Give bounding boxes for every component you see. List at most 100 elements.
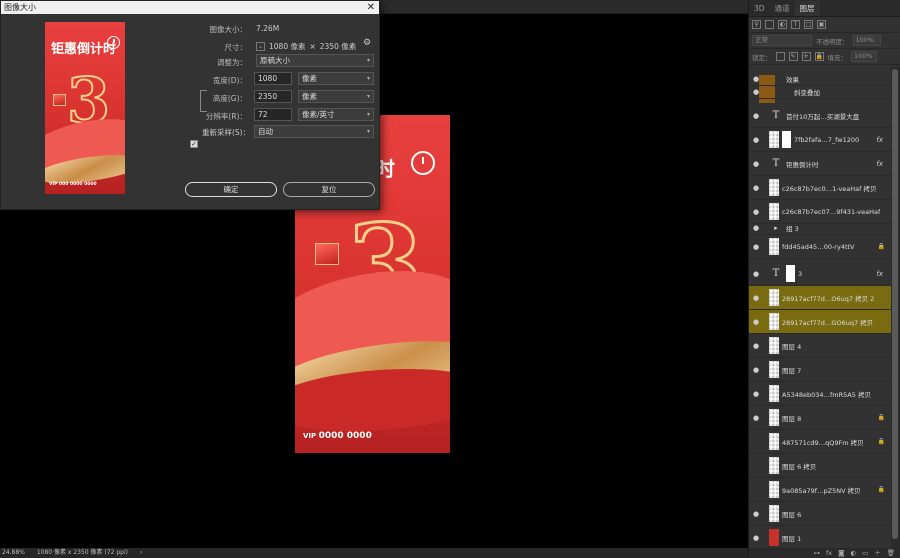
document-tab-strip	[380, 0, 748, 14]
link-layers-icon[interactable]: ⊶	[813, 548, 820, 558]
ok-button[interactable]: 确定	[185, 182, 277, 197]
layer-thumbnail	[769, 179, 779, 196]
blend-row: 正常 不透明度： 100%	[749, 33, 900, 49]
opacity-input[interactable]: 100%	[852, 35, 881, 46]
lock-icon: 🔒	[877, 486, 885, 493]
eye-icon[interactable]: ●	[749, 184, 763, 192]
layer-name: 钜惠倒计时	[786, 160, 819, 169]
eye-icon[interactable]: ●	[749, 88, 763, 96]
eye-icon[interactable]: ●	[749, 510, 763, 518]
layer-mask-thumbnail[interactable]	[786, 265, 795, 282]
gear-icon[interactable]: ⚙	[363, 38, 371, 48]
width-input[interactable]: 1080	[254, 72, 292, 85]
reset-button[interactable]: 复位	[283, 182, 375, 197]
eye-icon[interactable]: ●	[749, 414, 763, 422]
layer-row[interactable]: ● T 钜惠倒计时 fx	[749, 152, 891, 176]
layer-row[interactable]: 图层 6 拷贝	[749, 454, 891, 478]
tab-layers[interactable]: 图层	[794, 1, 820, 16]
layer-row[interactable]: ● 28917acf77d…O6uq7 拷贝 2	[749, 286, 891, 310]
resolution-unit-select[interactable]: 像素/英寸 ▾	[298, 108, 374, 121]
resample-checkbox[interactable]: ✓	[190, 140, 198, 148]
fx-icon[interactable]: fx	[826, 548, 832, 558]
eye-icon[interactable]: ●	[749, 136, 763, 144]
layer-row[interactable]: ● 图层 6	[749, 502, 891, 526]
layer-row[interactable]: 9a085a79f…pZ5NV 拷贝 🔒	[749, 478, 891, 502]
constrain-proportions-link-icon[interactable]	[200, 90, 207, 112]
eye-icon[interactable]: ●	[749, 294, 763, 302]
dialog-titlebar[interactable]: 图像大小 ✕	[1, 1, 379, 14]
layer-row[interactable]: ● 7fb2fafa…7_fw1200 fx	[749, 128, 891, 152]
fill-label: 填充：	[827, 53, 848, 62]
height-unit-select[interactable]: 像素 ▾	[298, 90, 374, 103]
resample-select[interactable]: 自动 ▾	[254, 125, 374, 138]
status-arrow-icon[interactable]: ›	[140, 549, 142, 556]
layer-row[interactable]: ● fdd45ad45…00-ry4ttV 🔒	[749, 235, 891, 259]
layer-row[interactable]: ● 图层 4	[749, 334, 891, 358]
dialog-preview-thumbnail[interactable]: 钜惠倒计时 3 VIP 000 0000 0000	[45, 22, 125, 194]
layer-row[interactable]: ● T 3 fx	[749, 262, 891, 286]
smart-object-filter-icon[interactable]: ▣	[817, 20, 826, 29]
lock-all-icon[interactable]: 🔒	[814, 52, 824, 61]
width-unit-value: 像素	[302, 74, 317, 83]
eye-icon[interactable]: ●	[749, 243, 763, 251]
thumb-clock-icon	[107, 36, 120, 49]
new-group-icon[interactable]: ▭	[862, 548, 868, 558]
fx-badge-icon[interactable]: fx	[876, 136, 883, 144]
layer-row[interactable]: ● A5348eb034…fmR5A5 拷贝	[749, 382, 891, 406]
lock-move-icon[interactable]: ✛	[801, 52, 811, 61]
layer-name: A5348eb034…fmR5A5 拷贝	[782, 390, 871, 399]
layers-scrollbar[interactable]	[891, 67, 900, 548]
layer-row[interactable]: ● 图层 8 🔒	[749, 406, 891, 430]
tab-3d[interactable]: 3D	[749, 1, 770, 16]
eye-icon[interactable]: ●	[749, 390, 763, 398]
eye-icon[interactable]: ●	[749, 160, 763, 168]
eye-icon[interactable]: ●	[749, 112, 763, 120]
layer-row[interactable]: ● 效果	[749, 73, 891, 86]
tab-channels[interactable]: 通道	[770, 1, 795, 16]
resolution-input[interactable]: 72	[254, 108, 292, 121]
eye-icon[interactable]: ●	[749, 534, 763, 542]
layer-row[interactable]: ● 28917acf77d…GO6uq7 拷贝	[749, 310, 891, 334]
eye-icon[interactable]: ●	[749, 208, 763, 216]
text-filter-icon[interactable]: T	[791, 20, 800, 29]
eye-icon[interactable]: ●	[749, 342, 763, 350]
layer-row[interactable]: ● T 首付10万起…买湖景大盘	[749, 104, 891, 128]
layer-row[interactable]: 487571cd9…qQ9Fm 拷贝 🔒	[749, 430, 891, 454]
search-icon[interactable]: ⚲	[752, 20, 761, 29]
lock-brush-icon[interactable]: ✎	[788, 52, 798, 61]
layer-row[interactable]: ● 图层 7	[749, 358, 891, 382]
height-input[interactable]: 2350	[254, 90, 292, 103]
shape-filter-icon[interactable]: □	[804, 20, 813, 29]
zoom-level[interactable]: 24.88%	[2, 549, 25, 556]
lock-icon: 🔒	[877, 438, 885, 445]
layer-row[interactable]: ● ▸ 组 3	[749, 221, 891, 235]
add-mask-icon[interactable]: ◙	[838, 548, 844, 558]
new-layer-icon[interactable]: ＋	[874, 548, 881, 558]
lock-pixels-icon[interactable]	[775, 52, 785, 61]
trash-icon[interactable]: 🗑	[887, 548, 895, 558]
image-filter-icon[interactable]	[765, 20, 774, 29]
close-icon[interactable]: ✕	[367, 1, 375, 14]
blend-mode-select[interactable]: 正常	[752, 35, 812, 46]
eye-icon[interactable]: ●	[749, 270, 763, 278]
fx-badge-icon[interactable]: fx	[876, 270, 883, 278]
layer-row[interactable]: ● c26c87b7ec0…1-veaHaf 拷贝	[749, 176, 891, 200]
eye-icon[interactable]: ●	[749, 318, 763, 326]
layer-name: 图层 1	[782, 534, 802, 543]
eye-icon[interactable]: ●	[749, 224, 763, 232]
scrollbar-thumb[interactable]	[892, 69, 898, 539]
text-layer-icon: T	[772, 110, 780, 121]
layer-mask-thumbnail[interactable]	[782, 131, 791, 148]
chevron-down-icon[interactable]: ⌄	[256, 41, 265, 51]
fill-input[interactable]: 100%	[851, 51, 877, 62]
eye-icon[interactable]: ●	[749, 366, 763, 374]
layer-name: c26c87b7ec0…1-veaHaf 拷贝	[782, 184, 877, 193]
layer-row[interactable]: ● 图层 1	[749, 526, 891, 548]
width-unit-select[interactable]: 像素 ▾	[298, 72, 374, 85]
layer-row[interactable]: ● 斜变叠加	[749, 86, 891, 99]
eye-icon[interactable]: ●	[749, 75, 763, 83]
adjustment-filter-icon[interactable]: ◐	[778, 20, 787, 29]
adjustment-layer-icon[interactable]: ◐	[850, 548, 856, 558]
fit-to-select[interactable]: 原稿大小 ▾	[256, 54, 374, 67]
fx-badge-icon[interactable]: fx	[876, 160, 883, 168]
